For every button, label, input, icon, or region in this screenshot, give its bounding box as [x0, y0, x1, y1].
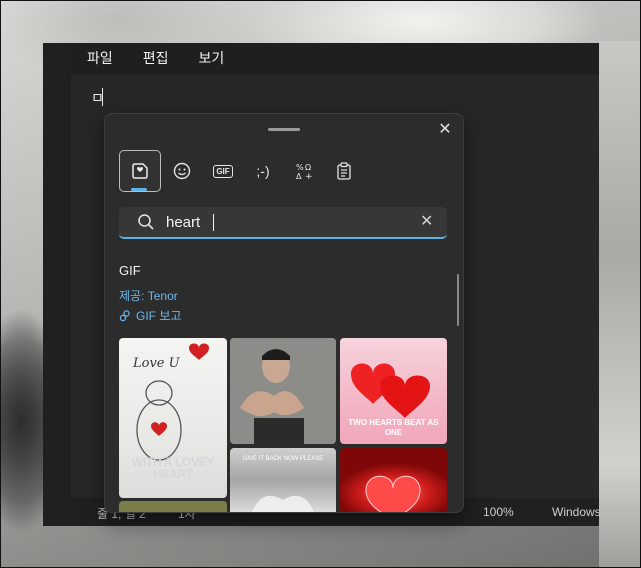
gif-hands-heart[interactable]: GIVE IT BACK NOW PLEASE [230, 448, 336, 512]
clipboard-icon [337, 162, 351, 180]
svg-text:%: % [296, 163, 304, 172]
red-heart-illustration [365, 475, 421, 512]
svg-text:Ω: Ω [305, 163, 311, 172]
desktop-background: 파일 편집 보기 ㅁ 줄 1, 열 2 1자 100% Windows ✕ GI… [0, 0, 641, 568]
status-line-ending[interactable]: Windows [552, 505, 601, 519]
section-title: GIF [119, 263, 141, 278]
active-tab-indicator [131, 188, 147, 191]
menu-view[interactable]: 보기 [185, 43, 239, 73]
menu-edit[interactable]: 편집 [129, 43, 183, 73]
window-left-strip [43, 43, 71, 526]
wallpaper-edge [599, 41, 640, 567]
gif-caption: WITH A LOVEY HEART [131, 455, 215, 481]
heart-sticker-icon [132, 163, 148, 179]
person-heart-hands-illustration [230, 338, 336, 444]
provider-link[interactable]: 제공: Tenor [119, 287, 178, 304]
search-input[interactable]: heart ✕ [119, 207, 447, 239]
hands-heart-illustration [252, 495, 314, 512]
close-button[interactable]: ✕ [435, 120, 455, 140]
symbols-icon: % Ω Δ + [296, 163, 313, 180]
tab-emoji[interactable] [161, 150, 203, 192]
tab-stickers[interactable] [119, 150, 161, 192]
gif-red-heart[interactable] [340, 448, 447, 512]
svg-text:Δ: Δ [296, 172, 302, 180]
menu-file[interactable]: 파일 [73, 43, 127, 73]
gif-caption: TWO HEARTS BEAT AS ONE [348, 418, 439, 437]
text-caret [102, 88, 103, 106]
gif-next-row-preview[interactable] [119, 501, 227, 512]
gif-heart-hands-man[interactable] [230, 338, 336, 444]
smiley-icon [173, 162, 191, 180]
tab-clipboard[interactable] [323, 150, 365, 192]
search-value: heart [166, 214, 201, 231]
menu-bar: 파일 편집 보기 [71, 43, 599, 73]
gif-icon: GIF [213, 164, 233, 178]
status-zoom[interactable]: 100% [483, 505, 514, 519]
link-icon [119, 309, 130, 321]
scrollbar[interactable] [457, 274, 459, 326]
gif-two-hearts[interactable]: TWO HEARTS BEAT AS ONE [340, 338, 447, 444]
view-gif-label: GIF 보고 [136, 309, 182, 323]
gif-winnie-pooh[interactable]: Love U WITH A LOVEY HEART [119, 338, 227, 498]
tab-kaomoji[interactable]: ;-) [242, 150, 284, 192]
clear-search-button[interactable]: ✕ [420, 211, 433, 231]
kaomoji-icon: ;-) [256, 163, 270, 179]
drag-handle[interactable] [268, 128, 300, 131]
tab-symbols[interactable]: % Ω Δ + [283, 150, 325, 192]
search-icon [138, 214, 154, 230]
gif-top-text: Love U [133, 356, 180, 371]
view-gif-link[interactable]: GIF 보고 [119, 307, 181, 324]
tab-gif[interactable]: GIF [202, 150, 244, 192]
svg-text:+: + [305, 172, 313, 180]
search-caret [213, 214, 214, 231]
emoji-picker-panel: ✕ GIF ;-) % Ω Δ + heart ✕ GIF 제공: Tenor … [104, 113, 464, 513]
